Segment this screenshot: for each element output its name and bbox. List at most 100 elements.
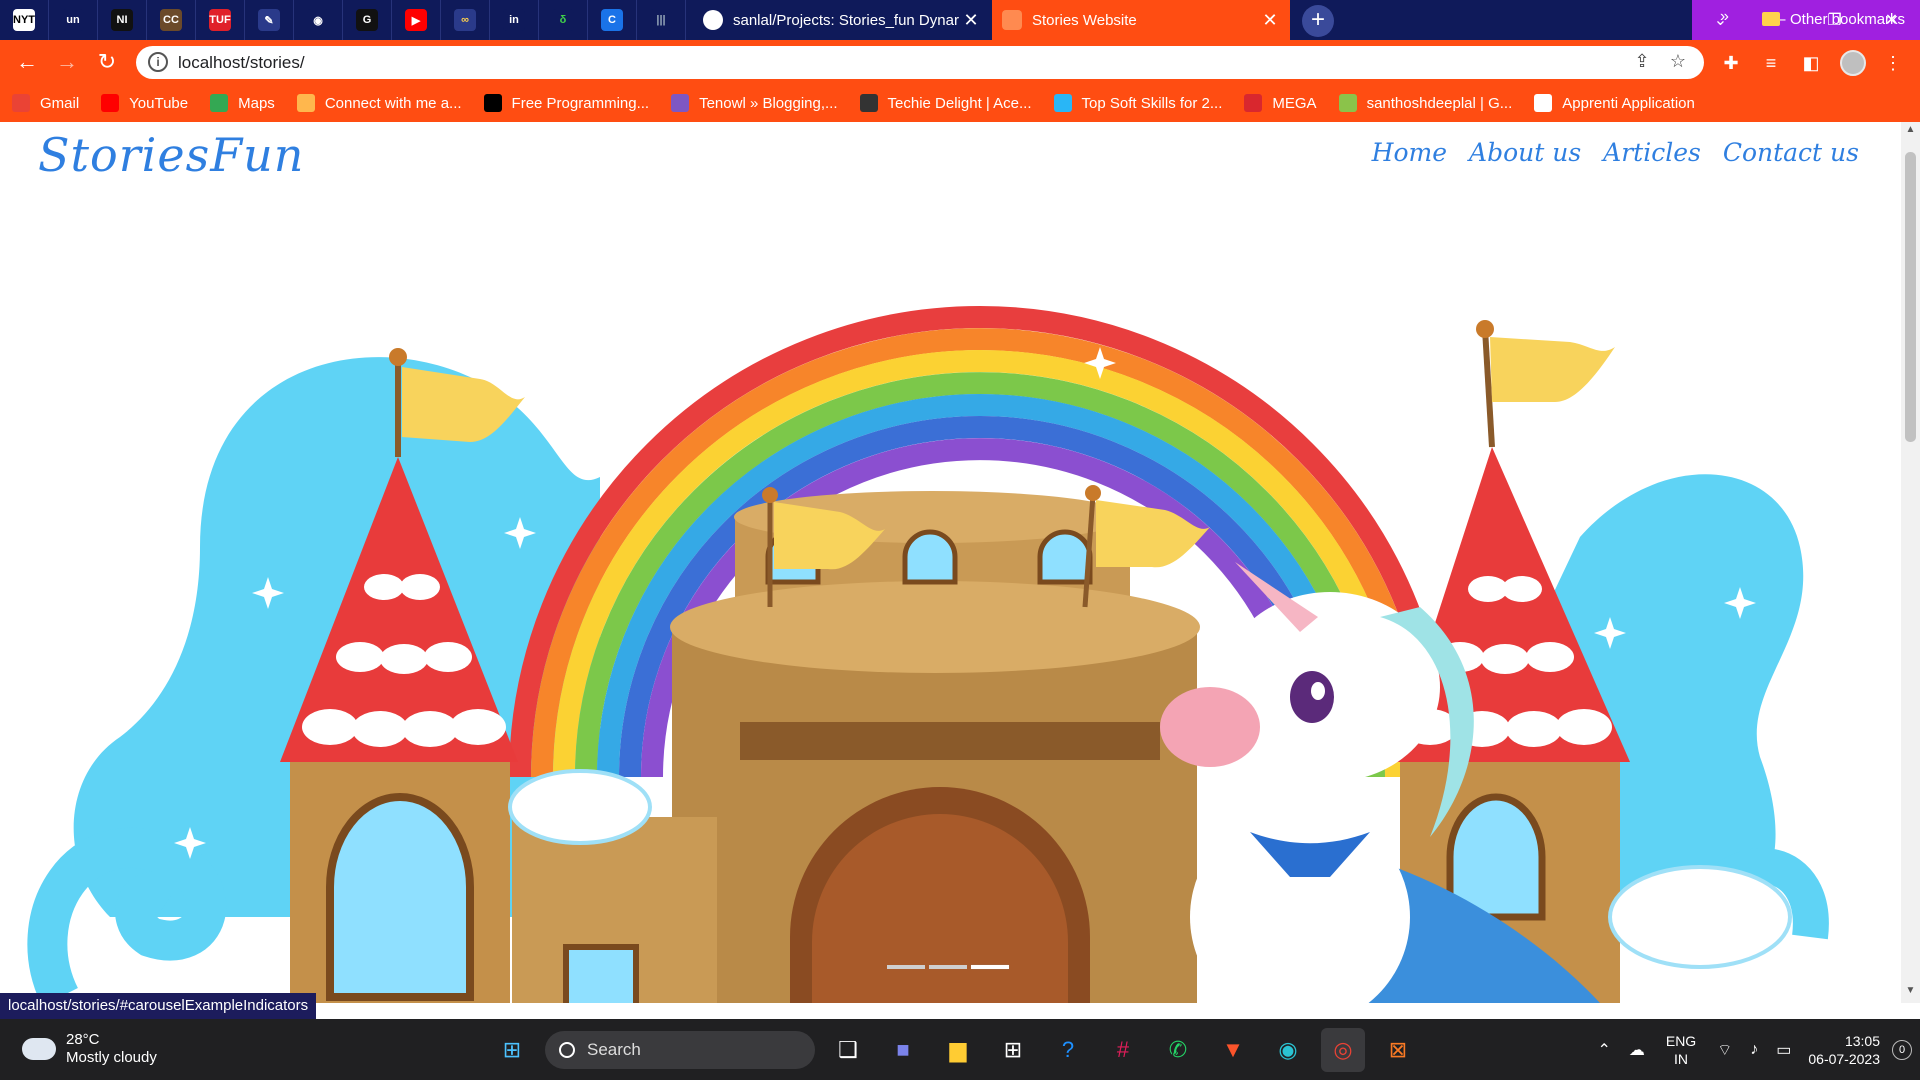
tab-stories-website[interactable]: Stories Website ✕	[992, 0, 1290, 40]
pinned-tab[interactable]: ◉	[294, 0, 343, 40]
share-icon[interactable]: ⇪	[1630, 51, 1654, 75]
pinned-tab[interactable]: C	[588, 0, 637, 40]
bookmark-label: Tenowl » Blogging,...	[699, 94, 838, 112]
language-indicator[interactable]: ENG IN	[1666, 1032, 1696, 1068]
extensions-icon[interactable]: ✚	[1718, 50, 1744, 76]
close-icon[interactable]: ✕	[961, 10, 981, 31]
chevron-up-icon[interactable]: ⌃	[1597, 1040, 1610, 1060]
nav-link-articles[interactable]: Articles	[1603, 138, 1701, 167]
nav-link-contact-us[interactable]: Contact us	[1723, 138, 1859, 167]
pinned-tab[interactable]: G	[343, 0, 392, 40]
notifications-badge[interactable]: 0	[1892, 1039, 1912, 1060]
xampp-icon[interactable]: ⊠	[1376, 1028, 1420, 1072]
media-control-icon[interactable]: ≡	[1758, 50, 1784, 76]
microsoft-store-icon[interactable]: ⊞	[991, 1028, 1035, 1072]
search-icon	[559, 1042, 575, 1058]
bookmark-item[interactable]: Gmail	[12, 94, 79, 112]
pinned-tab[interactable]: CC	[147, 0, 196, 40]
clock[interactable]: 13:05 06-07-2023	[1808, 1032, 1880, 1068]
site-info-icon[interactable]: i	[148, 52, 168, 72]
pinned-tab[interactable]: NI	[98, 0, 147, 40]
onedrive-icon[interactable]: ☁	[1629, 1040, 1645, 1060]
task-view-icon[interactable]: ❑	[826, 1028, 870, 1072]
taskbar-search[interactable]: Search	[545, 1031, 815, 1069]
windows-taskbar: 28°C Mostly cloudy ⊞ Search ❑ ■ ▆ ⊞ ? # …	[0, 1019, 1920, 1080]
pinned-tab[interactable]: in	[490, 0, 539, 40]
nav-link-about-us[interactable]: About us	[1469, 138, 1581, 167]
nyt-icon: NYT	[13, 9, 35, 31]
pinned-tab[interactable]: δ	[539, 0, 588, 40]
carousel-indicator[interactable]	[929, 965, 967, 969]
bookmark-favicon-icon	[296, 94, 315, 112]
carousel-indicators	[885, 965, 1011, 969]
bookmark-favicon-icon	[1244, 94, 1263, 112]
bookmark-item[interactable]: YouTube	[101, 94, 188, 112]
bookmarks-overflow-button[interactable]: »	[1720, 8, 1729, 26]
wifi-icon[interactable]: ⌔	[1717, 1040, 1732, 1060]
address-bar[interactable]: i localhost/stories/ ⇪ ☆	[136, 46, 1704, 79]
pinned-tab[interactable]: ▶	[392, 0, 441, 40]
slack-icon[interactable]: #	[1101, 1028, 1145, 1072]
search-placeholder: Search	[587, 1040, 641, 1059]
bookmark-item[interactable]: Connect with me a...	[296, 94, 462, 112]
volume-icon[interactable]: ♪	[1750, 1041, 1758, 1059]
carousel-indicator[interactable]	[887, 965, 925, 969]
scrollbar-thumb[interactable]	[1905, 152, 1916, 442]
site-nav: Home About us Articles Contact us	[1350, 138, 1859, 167]
teams-icon[interactable]: ■	[881, 1028, 925, 1072]
bookmark-item[interactable]: MEGA	[1244, 94, 1317, 112]
pinned-tab[interactable]: NYT	[0, 0, 49, 40]
bookmarks-bar: Gmail YouTube Maps Connect with me a... Free…	[0, 84, 1920, 122]
bookmark-label: Top Soft Skills for 2...	[1081, 94, 1223, 112]
cisco-icon: |||	[650, 9, 672, 31]
pinned-tab[interactable]: ✎	[245, 0, 294, 40]
battery-icon[interactable]: ▭	[1776, 1040, 1791, 1060]
help-icon[interactable]: ?	[1046, 1028, 1090, 1072]
bookmark-item[interactable]: Top Soft Skills for 2...	[1053, 94, 1223, 112]
bookmark-label: Gmail	[40, 94, 80, 112]
forward-button[interactable]: →	[52, 47, 82, 77]
reload-button[interactable]: ↻	[92, 47, 122, 77]
file-explorer-icon[interactable]: ▆	[936, 1028, 980, 1072]
scroll-up-arrow[interactable]: ▲	[1901, 124, 1920, 140]
chrome-icon[interactable]: ◎	[1321, 1028, 1365, 1072]
nav-link-home[interactable]: Home	[1372, 138, 1447, 167]
pinned-tab[interactable]: |||	[637, 0, 686, 40]
site-brand-logo[interactable]: StoriesFun	[38, 128, 304, 182]
brave-icon[interactable]: ▼	[1211, 1028, 1255, 1072]
whatsapp-icon[interactable]: ✆	[1156, 1028, 1200, 1072]
weather-widget[interactable]: 28°C Mostly cloudy	[18, 1030, 157, 1067]
close-icon[interactable]: ✕	[1260, 10, 1280, 31]
pinned-tab[interactable]: TUF	[196, 0, 245, 40]
edge-icon[interactable]: ◉	[1266, 1028, 1310, 1072]
bookmark-item[interactable]: Tenowl » Blogging,...	[671, 94, 838, 112]
tab-strip: NYT un NI CC TUF ✎ ◉ G ▶ ∞ in δ C ||| sanlal/Projects…	[0, 0, 1920, 40]
tab-label: Stories Website	[1032, 11, 1137, 29]
page-scrollbar[interactable]: ▲ ▼	[1901, 122, 1920, 1003]
cc-icon: CC	[160, 9, 182, 31]
bookmark-item[interactable]: Maps	[210, 94, 275, 112]
profile-avatar[interactable]	[1840, 50, 1866, 76]
back-button[interactable]: ←	[12, 47, 42, 77]
address-text[interactable]: localhost/stories/	[178, 53, 305, 73]
other-bookmarks-button[interactable]: Other bookmarks	[1762, 0, 1905, 38]
new-tab-button[interactable]: +	[1302, 5, 1334, 37]
bookmark-item[interactable]: Free Programming...	[483, 94, 649, 112]
bookmark-label: MEGA	[1272, 94, 1317, 112]
carousel-indicator[interactable]	[971, 965, 1009, 969]
browser-toolbar: ← → ↻ i localhost/stories/ ⇪ ☆ ✚ ≡ ◧ ⋮	[0, 40, 1920, 84]
bookmark-item[interactable]: Apprenti Application	[1534, 94, 1695, 112]
bookmark-star-icon[interactable]: ☆	[1666, 51, 1690, 75]
bookmark-item[interactable]: Techie Delight | Ace...	[859, 94, 1032, 112]
bookmark-item[interactable]: santhoshdeeplal | G...	[1338, 94, 1512, 112]
github-icon: ◉	[307, 9, 329, 31]
pinned-tab[interactable]: ∞	[441, 0, 490, 40]
bookmark-favicon-icon	[1534, 94, 1553, 112]
tuf-icon: TUF	[209, 9, 231, 31]
tab-github-projects[interactable]: sanlal/Projects: Stories_fun Dynar ✕	[693, 0, 991, 40]
scroll-down-arrow[interactable]: ▼	[1901, 985, 1920, 1001]
side-panel-icon[interactable]: ◧	[1798, 50, 1824, 76]
menu-icon[interactable]: ⋮	[1880, 50, 1906, 76]
windows-start-icon[interactable]: ⊞	[490, 1028, 534, 1072]
pinned-tab[interactable]: un	[49, 0, 98, 40]
